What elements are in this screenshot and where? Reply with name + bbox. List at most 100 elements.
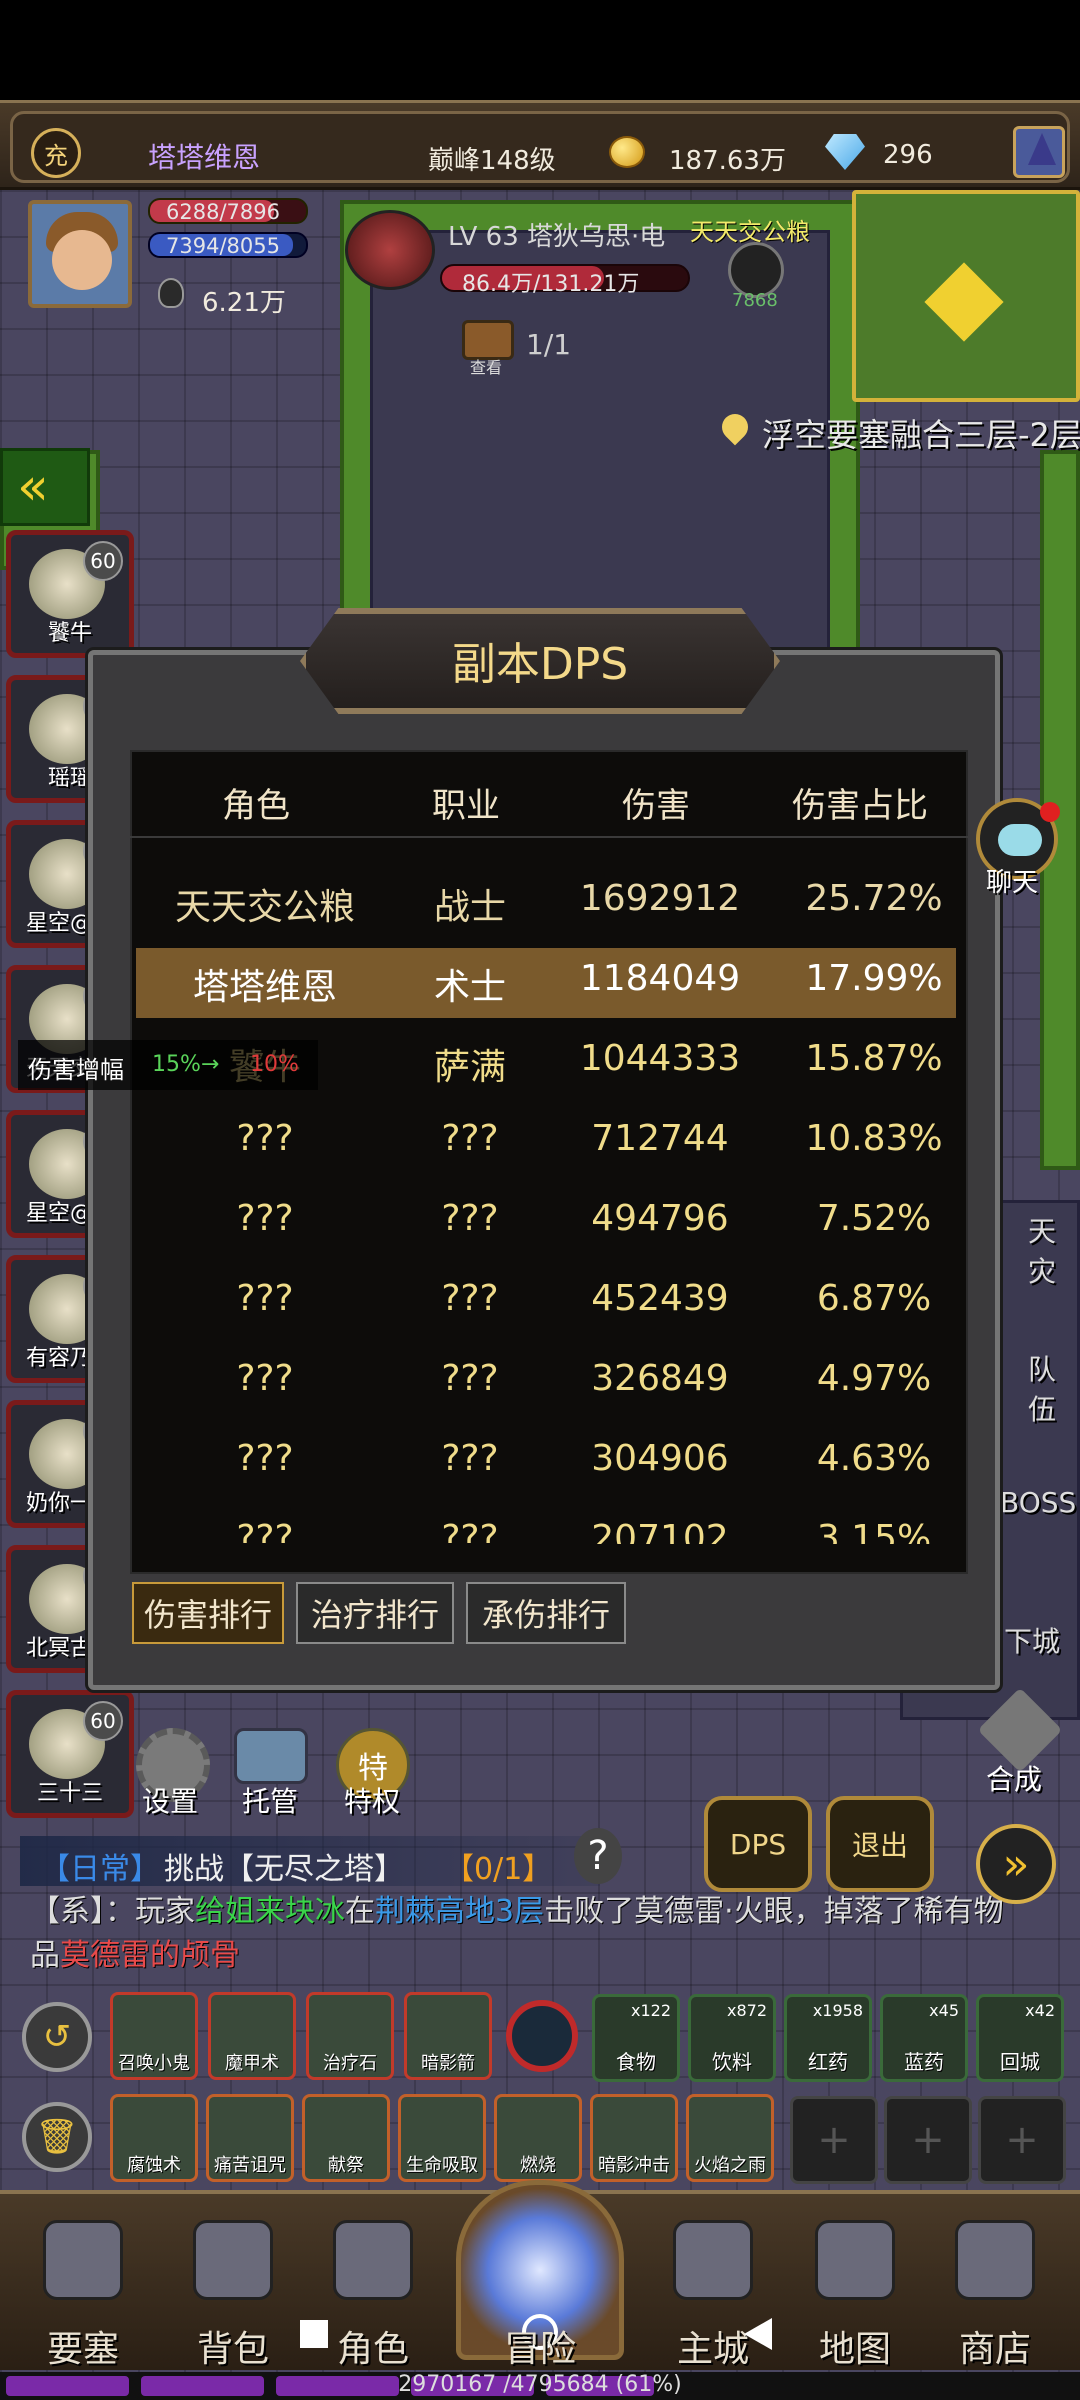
team-member[interactable]: 60 三十三 bbox=[6, 1690, 134, 1818]
dps-cell-damage: 1692912 bbox=[579, 878, 741, 919]
skill-slot[interactable]: 痛苦诅咒 bbox=[206, 2094, 294, 2182]
power-icon bbox=[158, 278, 184, 308]
header-share: 伤害占比 bbox=[792, 786, 928, 826]
side-boss-label[interactable]: BOSS bbox=[1000, 1486, 1076, 1519]
system-recents-icon[interactable] bbox=[300, 2320, 328, 2348]
tab-heal-rank[interactable]: 治疗排行 bbox=[296, 1582, 454, 1644]
side-down-label[interactable]: 下城 bbox=[1004, 1620, 1060, 1660]
dps-row: ?????? 207102 3.15% bbox=[130, 1518, 968, 1544]
side-team-label[interactable]: 队伍 bbox=[1028, 1348, 1080, 1428]
skill-slot[interactable]: 献祭 bbox=[302, 2094, 390, 2182]
wizard-icon[interactable] bbox=[1013, 126, 1065, 178]
dps-cell-job: ??? bbox=[441, 1438, 499, 1479]
skill-slot[interactable]: 暗影箭 bbox=[404, 1992, 492, 2080]
system-back-icon[interactable] bbox=[744, 2318, 772, 2350]
boss-level-name: LV 63 塔狄乌思·电 bbox=[448, 222, 666, 252]
skill-slot[interactable]: 腐蚀术 bbox=[110, 2094, 198, 2182]
nav-item[interactable]: 冒险 bbox=[485, 2220, 595, 2370]
combat-power: 6.21万 bbox=[202, 288, 286, 318]
dps-row: 塔塔维恩 术士 1184049 17.99% bbox=[130, 958, 968, 1018]
consumable-slot[interactable]: x1958 红药 bbox=[784, 1994, 872, 2082]
skill-name: 火焰之雨 bbox=[694, 2155, 766, 2176]
nav-item[interactable]: 地图 bbox=[800, 2220, 910, 2370]
diamond-icon[interactable] bbox=[825, 134, 865, 170]
dps-cell-share: 17.99% bbox=[805, 958, 943, 999]
rotate-icon[interactable]: ↺ bbox=[22, 2002, 92, 2072]
skill-slot[interactable]: 火焰之雨 bbox=[686, 2094, 774, 2182]
dps-cell-role: ??? bbox=[236, 1118, 294, 1159]
tab-damage-rank[interactable]: 伤害排行 bbox=[132, 1582, 284, 1644]
member-name: 饕牛 bbox=[47, 621, 92, 646]
minimap[interactable] bbox=[852, 190, 1080, 402]
consumable-slot[interactable]: x872 饮料 bbox=[688, 1994, 776, 2082]
skill-slot[interactable]: 治疗石 bbox=[306, 1992, 394, 2080]
item-count: x122 bbox=[630, 2001, 671, 2020]
header-job: 职业 bbox=[432, 786, 500, 826]
nav-label: 商店 bbox=[958, 2329, 1031, 2370]
daily-quest[interactable]: 【日常】 挑战【无尽之塔】 【0/1】 bbox=[20, 1836, 600, 1887]
dps-button[interactable]: DPS bbox=[704, 1796, 812, 1892]
question-icon[interactable]: ? bbox=[574, 1828, 622, 1884]
consumable-slot[interactable]: x45 蓝药 bbox=[880, 1994, 968, 2082]
dps-cell-damage: 326849 bbox=[591, 1358, 729, 1399]
side-disaster-label[interactable]: 天灾 bbox=[1028, 1210, 1080, 1290]
nav-item[interactable]: 背包 bbox=[178, 2220, 288, 2370]
dps-cell-job: 战士 bbox=[433, 887, 506, 928]
empty-skill-slot[interactable]: + bbox=[790, 2096, 878, 2184]
collapse-arrow-button[interactable]: « bbox=[0, 448, 90, 526]
nav-label: 背包 bbox=[196, 2329, 269, 2370]
dps-cell-damage: 207102 bbox=[591, 1518, 729, 1544]
consumable-slot[interactable]: x122 食物 bbox=[592, 1994, 680, 2082]
privilege-label: 特权 bbox=[344, 1785, 401, 1818]
quest-text: 挑战【无尽之塔】 bbox=[164, 1852, 404, 1887]
trash-icon[interactable]: 🗑 bbox=[22, 2102, 92, 2172]
dps-cell-damage: 452439 bbox=[591, 1278, 729, 1319]
skill-slot[interactable]: 生命吸取 bbox=[398, 2094, 486, 2182]
log-prefix: 【系】：玩家 bbox=[30, 1894, 195, 1929]
skill-slot[interactable]: 暗影冲击 bbox=[590, 2094, 678, 2182]
skill-name: 腐蚀术 bbox=[127, 2155, 181, 2176]
dps-cell-share: 3.15% bbox=[816, 1518, 932, 1544]
nav-icon bbox=[815, 2220, 895, 2300]
consumable-slot[interactable]: x42 回城 bbox=[976, 1994, 1064, 2082]
boss-hp-bar: 86.4万/131.21万 bbox=[440, 264, 690, 297]
member-level: 60 bbox=[83, 541, 123, 581]
log-place: 荆棘高地3层 bbox=[375, 1894, 545, 1929]
log-item: 莫德雷的颅骨 bbox=[60, 1938, 240, 1973]
auto-play-icon[interactable] bbox=[234, 1728, 308, 1784]
dps-cell-role: ??? bbox=[236, 1278, 294, 1319]
dps-cell-damage: 712744 bbox=[591, 1118, 729, 1159]
item-count: x872 bbox=[726, 2001, 767, 2020]
tab-tank-rank[interactable]: 承伤排行 bbox=[466, 1582, 626, 1644]
player-avatar[interactable] bbox=[28, 200, 132, 308]
skill-slot[interactable]: 燃烧 bbox=[494, 2094, 582, 2182]
skill-slot[interactable]: 召唤小鬼 bbox=[110, 1992, 198, 2080]
nav-item[interactable]: 角色 bbox=[318, 2220, 428, 2370]
map-marker-icon bbox=[924, 262, 1004, 342]
dps-cell-share: 4.63% bbox=[816, 1438, 932, 1479]
team-member[interactable]: 60 饕牛 bbox=[6, 530, 134, 658]
dps-cell-job: ??? bbox=[441, 1278, 499, 1319]
chat-notification-dot bbox=[1040, 802, 1060, 822]
disabled-slot-icon[interactable] bbox=[506, 2000, 578, 2072]
empty-skill-slot[interactable]: + bbox=[978, 2096, 1066, 2184]
skill-slot[interactable]: 魔甲术 bbox=[208, 1992, 296, 2080]
dps-cell-role: ??? bbox=[236, 1198, 294, 1239]
nav-item[interactable]: 商店 bbox=[940, 2220, 1050, 2370]
item-name: 回城 bbox=[1000, 2050, 1040, 2074]
xp-bar: 2970167 /4795684 (61%) bbox=[0, 2372, 1080, 2400]
skill-name: 生命吸取 bbox=[406, 2155, 478, 2176]
recharge-button[interactable]: 充 bbox=[31, 128, 81, 178]
player-mp-bar: 7394/8055 bbox=[148, 232, 308, 258]
dps-row: ?????? 452439 6.87% bbox=[130, 1278, 968, 1338]
chest-count: 1/1 bbox=[526, 328, 572, 361]
boss-portrait[interactable] bbox=[345, 210, 435, 290]
status-bar bbox=[0, 0, 1080, 100]
nav-item[interactable]: 要塞 bbox=[28, 2220, 138, 2370]
dps-cell-share: 4.97% bbox=[816, 1358, 932, 1399]
dps-row: ?????? 712744 10.83% bbox=[130, 1118, 968, 1178]
exit-button[interactable]: 退出 bbox=[826, 1796, 934, 1892]
empty-skill-slot[interactable]: + bbox=[884, 2096, 972, 2184]
chat-bubble-icon bbox=[998, 824, 1042, 856]
gold-coin-icon bbox=[609, 136, 645, 168]
